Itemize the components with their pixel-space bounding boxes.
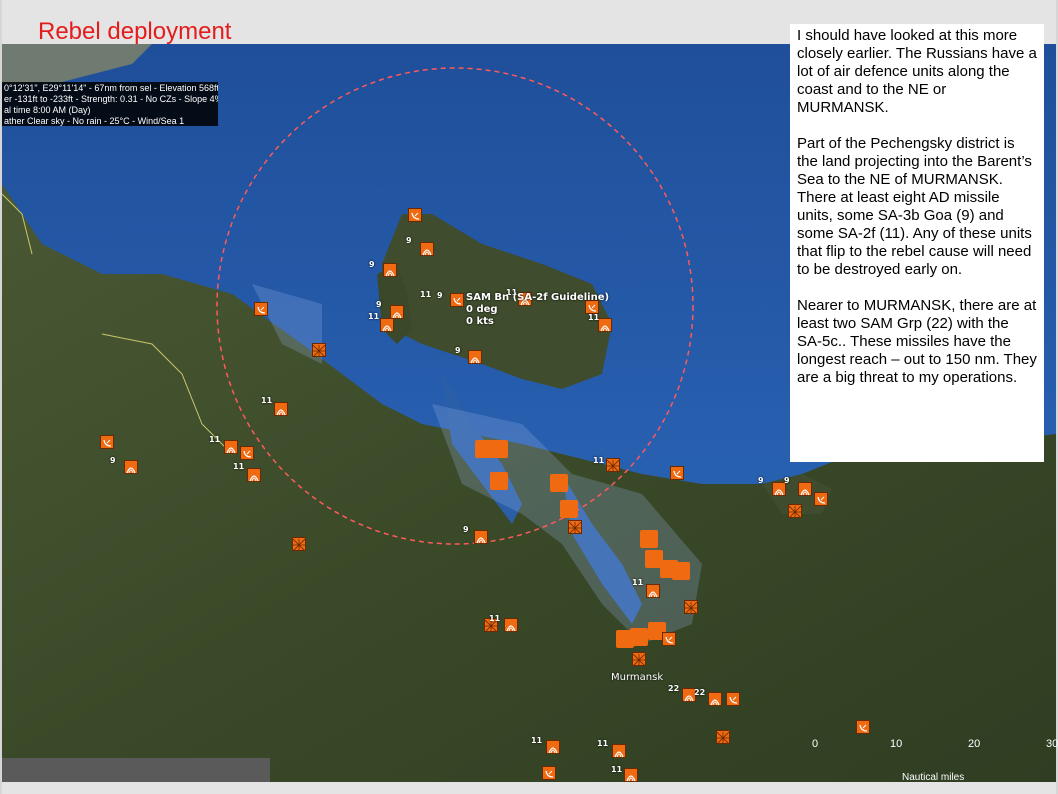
radar-unit-icon[interactable] xyxy=(542,766,556,780)
sam-unit-icon[interactable] xyxy=(274,402,288,416)
commentary-note: I should have looked at this more closel… xyxy=(790,24,1044,462)
unit-range-label: 9 xyxy=(463,525,469,534)
sam-unit-icon[interactable] xyxy=(646,584,660,598)
slide-title: Rebel deployment xyxy=(38,18,232,45)
radar-unit-icon[interactable] xyxy=(254,302,268,316)
selected-unit-heading: 0 deg xyxy=(466,304,498,315)
info-terrain: er -131ft to -233ft - Strength: 0.31 - N… xyxy=(4,94,218,104)
unit-range-label: 22 xyxy=(668,684,680,693)
scale-tick-10: 10 xyxy=(890,738,903,750)
unit-range-label: 11 xyxy=(368,312,380,321)
sam-unit-icon[interactable] xyxy=(247,468,261,482)
sam-unit-icon[interactable] xyxy=(624,768,638,782)
radar-unit-icon[interactable] xyxy=(670,466,684,480)
unit-range-label: 9 xyxy=(376,300,382,309)
city-label-murmansk: Murmansk xyxy=(611,672,664,683)
radar-unit-icon[interactable] xyxy=(662,632,676,646)
unit-stack-icon[interactable] xyxy=(672,562,690,580)
selected-unit-speed: 0 kts xyxy=(466,316,494,327)
unit-range-label: 11 xyxy=(632,578,644,587)
unit-range-label: 11 xyxy=(597,739,609,748)
status-bar xyxy=(2,758,270,782)
sam-unit-icon[interactable] xyxy=(546,740,560,754)
hq-unit-icon[interactable] xyxy=(632,652,646,667)
unit-stack-icon[interactable] xyxy=(550,474,568,492)
unit-range-label: 9 xyxy=(406,236,412,245)
scale-tick-30: 30 xyxy=(1046,738,1058,750)
scale-unit-label: Nautical miles xyxy=(902,772,965,783)
hq-unit-icon[interactable] xyxy=(788,504,802,519)
unit-range-label: 9 xyxy=(455,346,461,355)
hq-unit-icon[interactable] xyxy=(312,343,326,358)
selected-unit-name: SAM Bn (SA-2f Guideline) xyxy=(466,292,610,303)
sam-unit-icon[interactable] xyxy=(383,263,397,277)
unit-range-label: 11 xyxy=(261,396,273,405)
scale-tick-20: 20 xyxy=(968,738,981,750)
radar-unit-icon[interactable] xyxy=(856,720,870,734)
scale-tick-0: 0 xyxy=(812,738,819,750)
unit-stack-icon[interactable] xyxy=(640,530,658,548)
unit-range-label: 9 xyxy=(437,291,443,300)
unit-stack-icon[interactable] xyxy=(630,628,648,646)
sam-unit-icon[interactable] xyxy=(708,692,722,706)
unit-range-label: 11 xyxy=(611,765,623,774)
unit-range-label: 9 xyxy=(110,456,116,465)
sam-unit-icon[interactable] xyxy=(468,350,482,364)
hq-unit-icon[interactable] xyxy=(606,458,620,473)
sam-unit-icon[interactable] xyxy=(124,460,138,474)
cursor-info-panel: 0°12'31", E29°11'14" - 67nm from sel - E… xyxy=(2,82,218,126)
sam-unit-icon[interactable] xyxy=(612,744,626,758)
unit-range-label: 9 xyxy=(369,260,375,269)
selected-unit-label: SAM Bn (SA-2f Guideline) 0 deg 0 kts xyxy=(466,292,609,328)
unit-range-label: 11 xyxy=(531,736,543,745)
unit-range-label: 9 xyxy=(784,476,790,485)
radar-unit-icon[interactable] xyxy=(450,293,464,307)
info-coordinates: 0°12'31", E29°11'14" - 67nm from sel - E… xyxy=(4,83,218,93)
unit-range-label: 11 xyxy=(420,290,432,299)
unit-stack-icon[interactable] xyxy=(560,500,578,518)
unit-range-label: 22 xyxy=(694,688,706,697)
sam-unit-icon[interactable] xyxy=(474,530,488,544)
sam-unit-icon[interactable] xyxy=(420,242,434,256)
hq-unit-icon[interactable] xyxy=(568,520,582,535)
radar-unit-icon[interactable] xyxy=(408,208,422,222)
radar-unit-icon[interactable] xyxy=(726,692,740,706)
radar-unit-icon[interactable] xyxy=(100,435,114,449)
unit-stack-icon[interactable] xyxy=(490,472,508,490)
unit-stack-icon[interactable] xyxy=(490,440,508,458)
sam-unit-icon[interactable] xyxy=(380,318,394,332)
hq-unit-icon[interactable] xyxy=(292,537,306,552)
sam-unit-icon[interactable] xyxy=(224,440,238,454)
unit-range-label: 11 xyxy=(233,462,245,471)
note-paragraph-2: Part of the Pechengsky district is the l… xyxy=(797,135,1032,278)
unit-range-label: 9 xyxy=(758,476,764,485)
hq-unit-icon[interactable] xyxy=(716,730,730,745)
unit-range-label: 11 xyxy=(209,435,221,444)
sam-unit-icon[interactable] xyxy=(798,482,812,496)
sam-unit-icon[interactable] xyxy=(390,305,404,319)
info-weather: ather Clear sky - No rain - 25°C - Wind/… xyxy=(4,116,185,126)
unit-range-label: 11 xyxy=(489,614,501,623)
note-paragraph-1: I should have looked at this more closel… xyxy=(797,27,1037,116)
info-time: al time 8:00 AM (Day) xyxy=(4,105,91,115)
unit-range-label: 11 xyxy=(593,456,605,465)
hq-unit-icon[interactable] xyxy=(684,600,698,615)
radar-unit-icon[interactable] xyxy=(240,446,254,460)
sam-unit-icon[interactable] xyxy=(504,618,518,632)
radar-unit-icon[interactable] xyxy=(814,492,828,506)
note-paragraph-3: Nearer to MURMANSK, there are at least t… xyxy=(797,297,1037,386)
